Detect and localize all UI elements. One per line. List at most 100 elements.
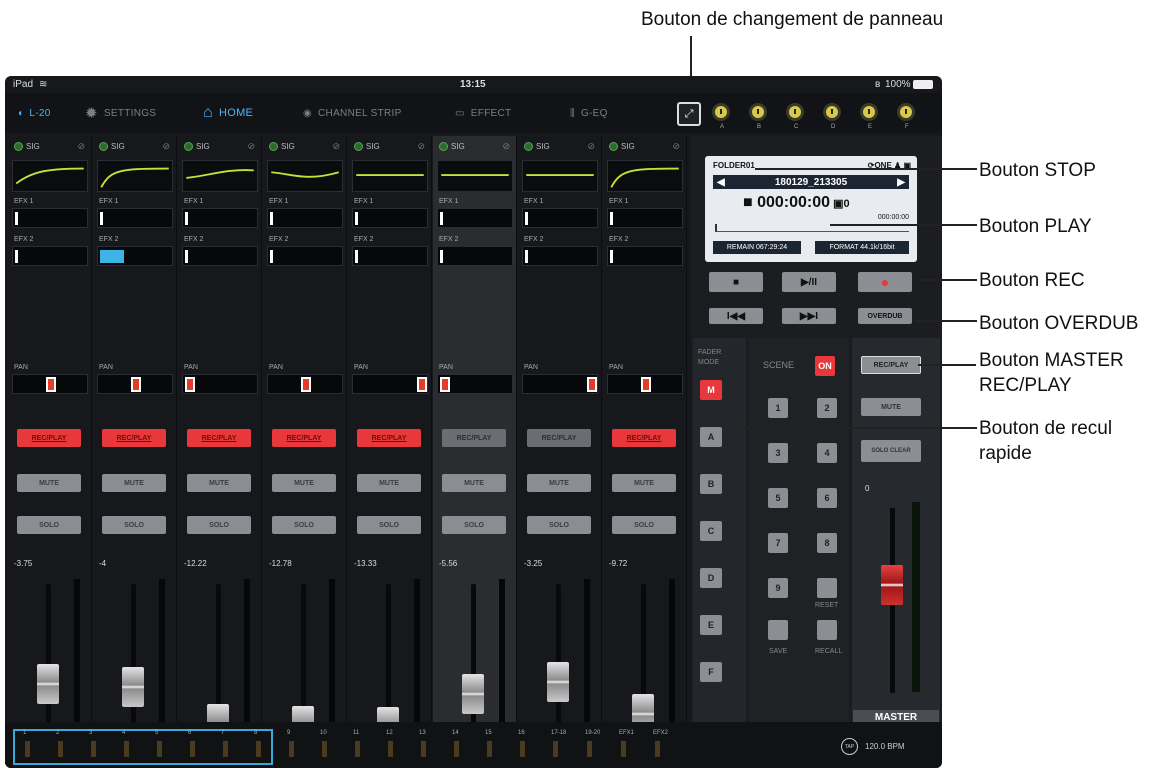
monitor-knob[interactable] xyxy=(712,103,730,121)
efx1-send[interactable] xyxy=(437,208,513,228)
link-icon[interactable]: ⊘ xyxy=(502,141,510,152)
eq-curve[interactable] xyxy=(182,160,258,192)
pan-knob[interactable] xyxy=(417,377,427,392)
fader-mode-button[interactable]: A xyxy=(700,427,722,447)
rec-button[interactable]: ● xyxy=(858,272,912,292)
master-rec-play-button[interactable]: REC/PLAY xyxy=(861,356,921,374)
link-icon[interactable]: ⊘ xyxy=(247,141,255,152)
pan-knob[interactable] xyxy=(587,377,597,392)
prev-file-icon[interactable]: ◀ xyxy=(717,177,725,188)
solo-button[interactable]: SOLO xyxy=(17,516,81,534)
mute-button[interactable]: MUTE xyxy=(102,474,166,492)
route-meter[interactable] xyxy=(124,741,129,757)
scene-button[interactable]: 1 xyxy=(768,398,788,418)
rec-play-button[interactable]: REC/PLAY xyxy=(187,429,251,447)
rewind-button[interactable]: I◀◀ xyxy=(709,308,763,324)
link-icon[interactable]: ⊘ xyxy=(77,141,85,152)
channel-fader[interactable] xyxy=(462,674,484,714)
pan-control[interactable] xyxy=(522,374,598,394)
route-meter[interactable] xyxy=(256,741,261,757)
stop-button[interactable]: ■ xyxy=(709,272,763,292)
channel-fader[interactable] xyxy=(122,666,144,707)
rec-play-button[interactable]: REC/PLAY xyxy=(442,429,506,447)
route-meter[interactable] xyxy=(223,741,228,757)
route-meter[interactable] xyxy=(553,741,558,757)
pan-control[interactable] xyxy=(182,374,258,394)
eq-curve[interactable] xyxy=(352,160,428,192)
efx1-send[interactable] xyxy=(12,208,88,228)
pan-knob[interactable] xyxy=(185,377,195,392)
route-meter[interactable] xyxy=(421,741,426,757)
solo-button[interactable]: SOLO xyxy=(527,516,591,534)
mute-button[interactable]: MUTE xyxy=(357,474,421,492)
route-meter[interactable] xyxy=(454,741,459,757)
route-meter[interactable] xyxy=(190,741,195,757)
mute-button[interactable]: MUTE xyxy=(612,474,676,492)
link-icon[interactable]: ⊘ xyxy=(417,141,425,152)
rec-play-button[interactable]: REC/PLAY xyxy=(17,429,81,447)
mute-button[interactable]: MUTE xyxy=(442,474,506,492)
efx1-send[interactable] xyxy=(182,208,258,228)
solo-button[interactable]: SOLO xyxy=(102,516,166,534)
monitor-knob[interactable] xyxy=(786,103,804,121)
overdub-button[interactable]: OVERDUB xyxy=(858,308,912,324)
master-fader[interactable] xyxy=(881,565,903,605)
route-meter[interactable] xyxy=(289,741,294,757)
monitor-knob[interactable] xyxy=(897,103,915,121)
pan-knob[interactable] xyxy=(301,377,311,392)
rec-play-button[interactable]: REC/PLAY xyxy=(102,429,166,447)
monitor-knob[interactable] xyxy=(749,103,767,121)
fader-mode-button[interactable]: D xyxy=(700,568,722,588)
rec-play-button[interactable]: REC/PLAY xyxy=(612,429,676,447)
scene-button[interactable]: 6 xyxy=(817,488,837,508)
route-meter[interactable] xyxy=(25,741,30,757)
master-solo-clear-button[interactable]: SOLO CLEAR xyxy=(861,440,921,462)
link-icon[interactable]: ⊘ xyxy=(162,141,170,152)
pan-control[interactable] xyxy=(267,374,343,394)
nav-brand[interactable]: ◖ L-20 xyxy=(17,103,51,123)
nav-channel-strip[interactable]: ◉ CHANNEL STRIP xyxy=(303,103,402,123)
tap-button[interactable]: TAP xyxy=(841,738,858,755)
efx2-send[interactable] xyxy=(182,246,258,266)
pan-knob[interactable] xyxy=(440,377,450,392)
route-meter[interactable] xyxy=(157,741,162,757)
route-meter[interactable] xyxy=(487,741,492,757)
scene-button[interactable]: 8 xyxy=(817,533,837,553)
route-meter[interactable] xyxy=(355,741,360,757)
route-meter[interactable] xyxy=(91,741,96,757)
scene-button[interactable]: 3 xyxy=(768,443,788,463)
eq-curve[interactable] xyxy=(437,160,513,192)
efx2-send[interactable] xyxy=(267,246,343,266)
efx2-send[interactable] xyxy=(97,246,173,266)
pan-control[interactable] xyxy=(352,374,428,394)
solo-button[interactable]: SOLO xyxy=(357,516,421,534)
efx1-send[interactable] xyxy=(607,208,683,228)
next-file-icon[interactable]: ▶ xyxy=(897,177,905,188)
solo-button[interactable]: SOLO xyxy=(612,516,676,534)
route-meter[interactable] xyxy=(388,741,393,757)
efx2-send[interactable] xyxy=(352,246,428,266)
route-meter[interactable] xyxy=(655,741,660,757)
fader-mode-button[interactable]: M xyxy=(700,380,722,400)
route-meter[interactable] xyxy=(621,741,626,757)
scene-button[interactable]: 2 xyxy=(817,398,837,418)
scene-button[interactable]: 9 xyxy=(768,578,788,598)
channel-fader[interactable] xyxy=(37,663,59,704)
scene-button[interactable]: 7 xyxy=(768,533,788,553)
mute-button[interactable]: MUTE xyxy=(187,474,251,492)
monitor-knob[interactable] xyxy=(823,103,841,121)
nav-home[interactable]: ⌂ HOME xyxy=(203,103,253,123)
efx1-send[interactable] xyxy=(97,208,173,228)
fader-mode-button[interactable]: F xyxy=(700,662,722,682)
play-button[interactable]: ▶/II xyxy=(782,272,836,292)
pan-control[interactable] xyxy=(12,374,88,394)
solo-button[interactable]: SOLO xyxy=(442,516,506,534)
master-mute-button[interactable]: MUTE xyxy=(861,398,921,416)
scene-reset-button[interactable] xyxy=(817,578,837,598)
link-icon[interactable]: ⊘ xyxy=(332,141,340,152)
route-meter[interactable] xyxy=(520,741,525,757)
efx1-send[interactable] xyxy=(352,208,428,228)
fader-mode-button[interactable]: E xyxy=(700,615,722,635)
pan-knob[interactable] xyxy=(131,377,141,392)
rec-play-button[interactable]: REC/PLAY xyxy=(272,429,336,447)
